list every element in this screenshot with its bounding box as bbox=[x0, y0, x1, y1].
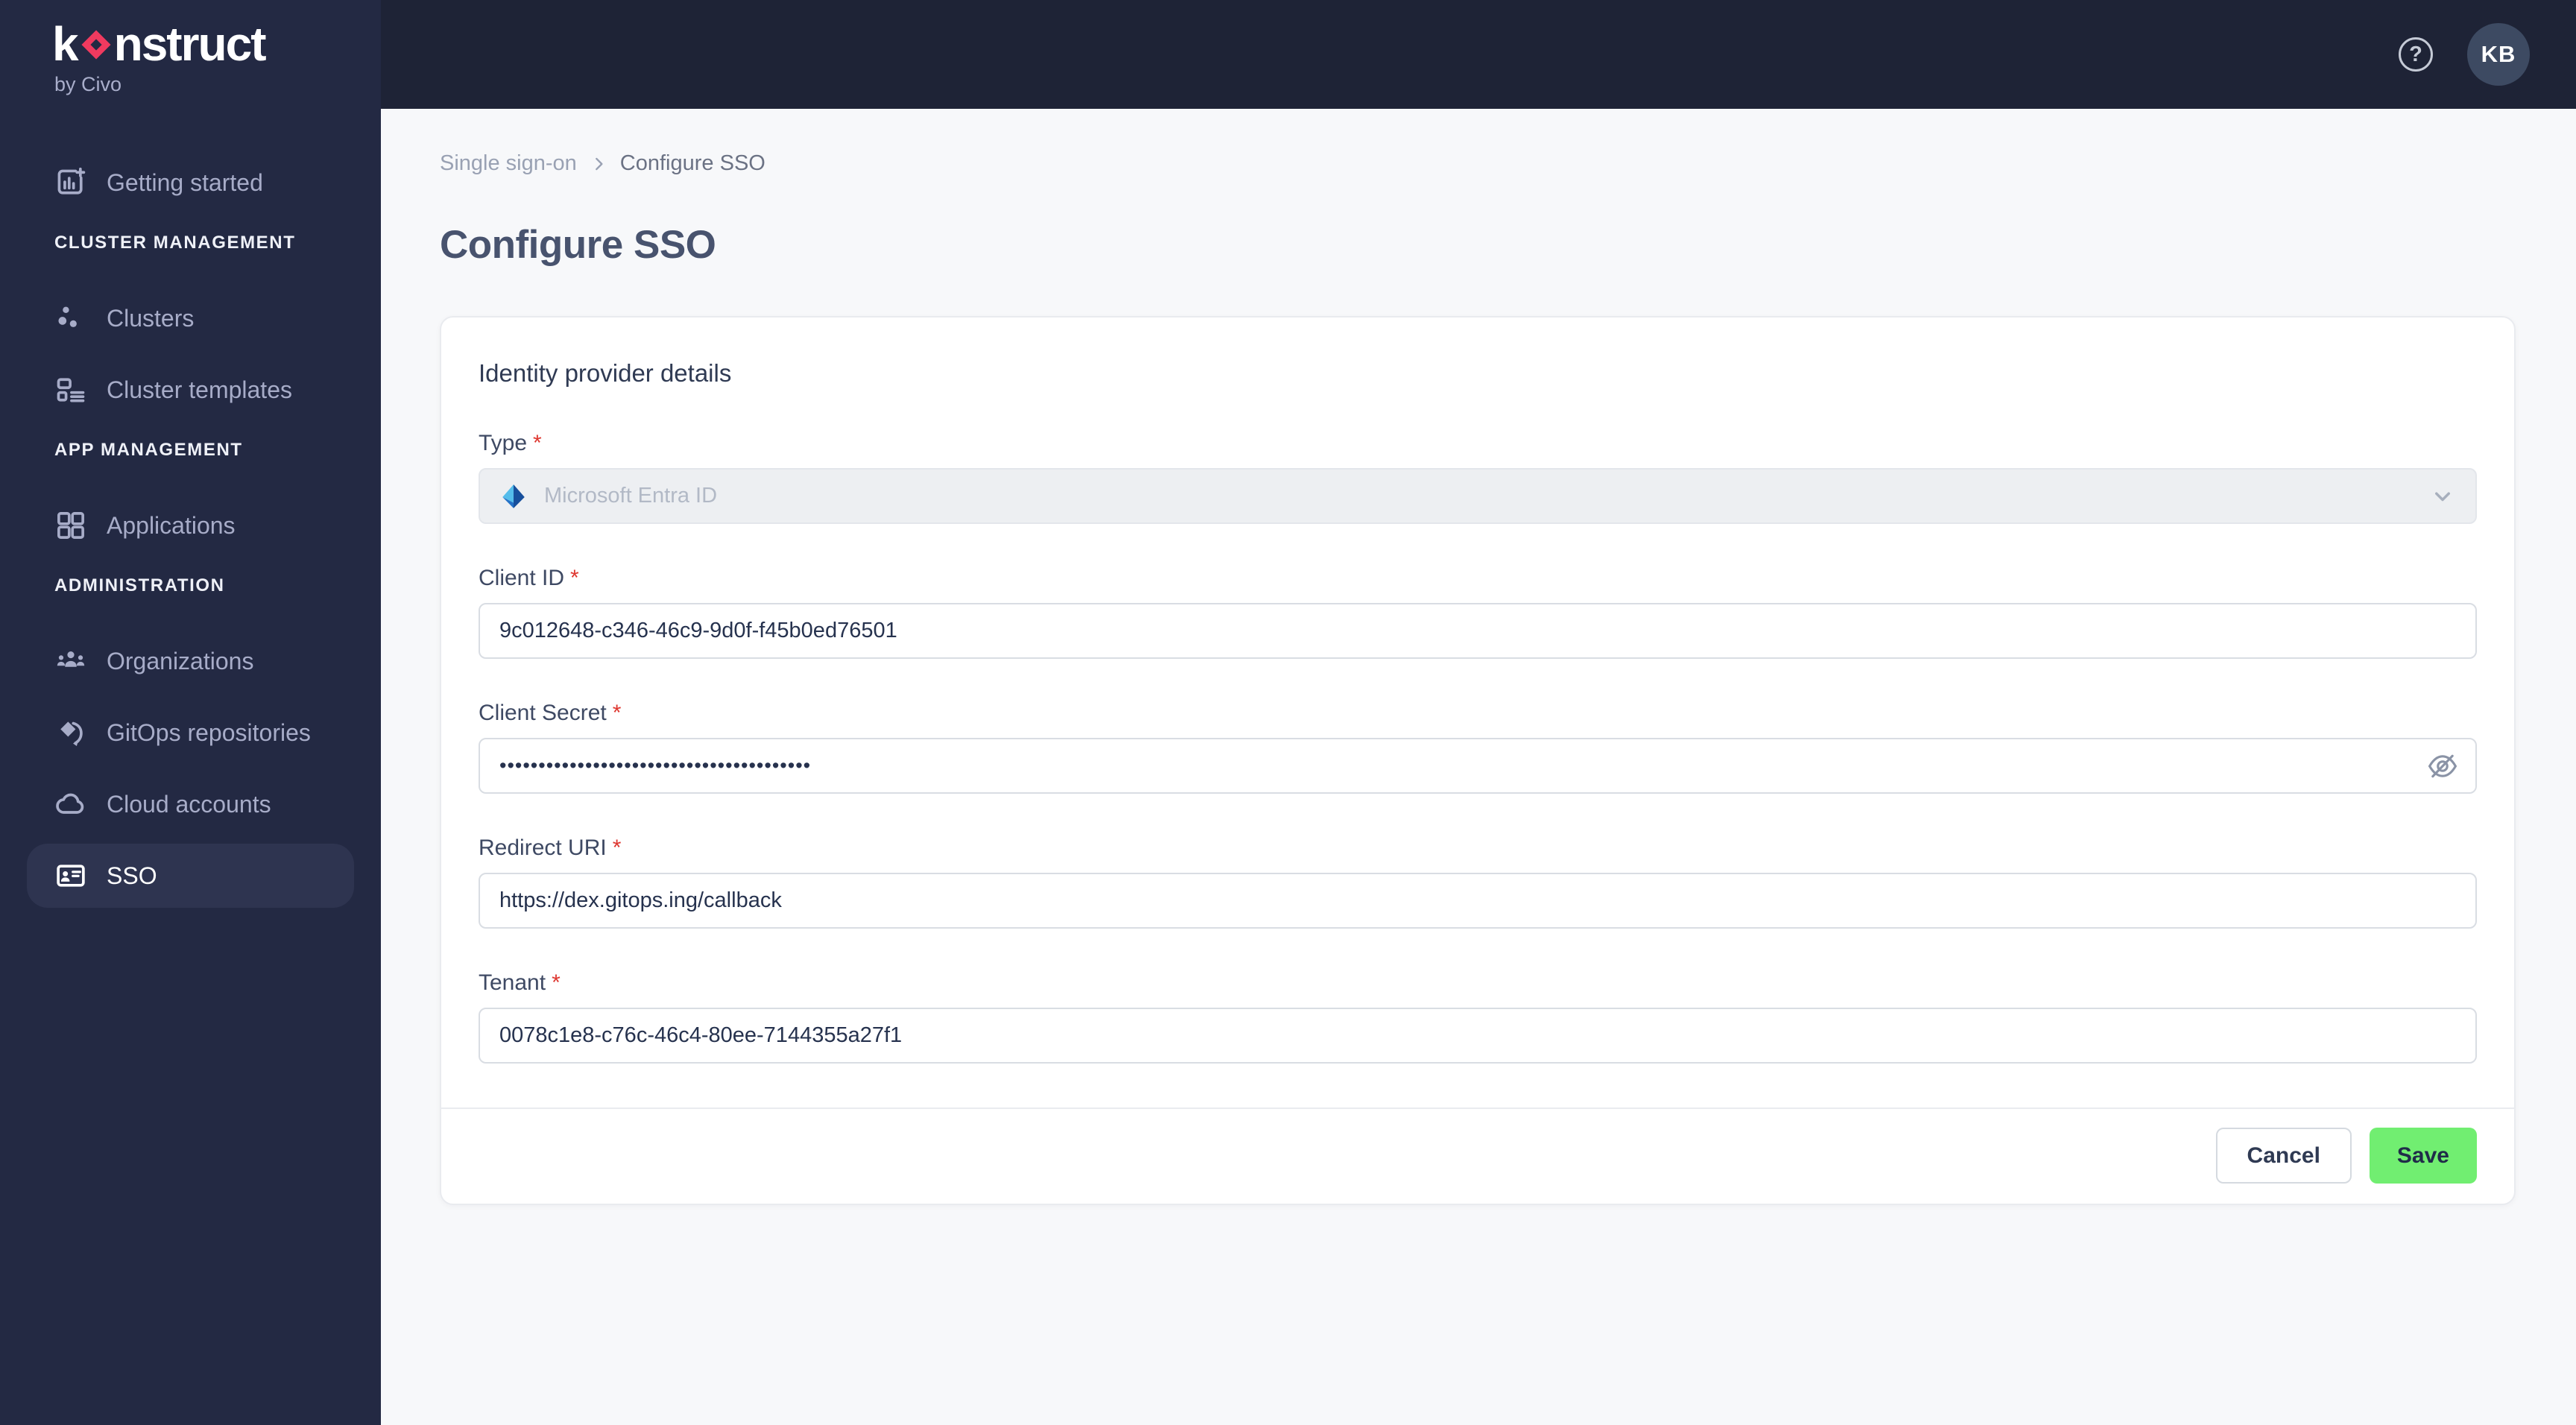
sidebar-item-label: SSO bbox=[107, 862, 157, 889]
id-card-icon bbox=[57, 865, 85, 887]
sidebar-item-applications[interactable]: Applications bbox=[27, 493, 354, 557]
redirect-uri-input[interactable] bbox=[479, 873, 2477, 929]
type-label: Type * bbox=[479, 431, 542, 455]
avatar[interactable]: KB bbox=[2467, 23, 2530, 86]
redirect-uri-label: Redirect URI * bbox=[479, 835, 622, 860]
tenant-input[interactable] bbox=[479, 1008, 2477, 1064]
right-column: ? KB Single sign-on Configure SSO Config… bbox=[381, 0, 2576, 1425]
sidebar-item-label: Getting started bbox=[107, 168, 263, 196]
client-secret-wrap bbox=[479, 738, 2477, 794]
sidebar-item-cloud-accounts[interactable]: Cloud accounts bbox=[27, 772, 354, 836]
page-title: Configure SSO bbox=[440, 223, 716, 267]
logo-text-post: nstruct bbox=[113, 17, 267, 71]
card-footer: Cancel Save bbox=[441, 1108, 2514, 1204]
sidebar-section-cluster-management: CLUSTER MANAGEMENT bbox=[54, 233, 296, 253]
logo-byline: by Civo bbox=[54, 73, 122, 95]
logo-text-pre: k bbox=[52, 17, 79, 71]
breadcrumb-single-sign-on[interactable]: Single sign-on bbox=[440, 151, 577, 176]
topbar: ? KB bbox=[381, 0, 2576, 109]
cloud-icon bbox=[56, 793, 84, 814]
logo-diamond-icon bbox=[81, 30, 111, 60]
sidebar-item-label: Cloud accounts bbox=[107, 790, 271, 818]
required-asterisk: * bbox=[552, 970, 561, 995]
people-icon bbox=[57, 651, 85, 667]
sidebar-item-clusters[interactable]: Clusters bbox=[27, 286, 354, 350]
help-icon[interactable]: ? bbox=[2399, 37, 2433, 72]
sidebar-item-label: Clusters bbox=[107, 304, 195, 332]
sidebar-item-label: Applications bbox=[107, 511, 236, 539]
breadcrumb-configure-sso: Configure SSO bbox=[619, 151, 765, 175]
type-select[interactable]: Microsoft Entra ID bbox=[479, 468, 2477, 524]
breadcrumb: Single sign-on Configure SSO bbox=[440, 151, 2576, 176]
client-id-input[interactable] bbox=[479, 603, 2477, 659]
logo[interactable]: k nstruct by Civo bbox=[0, 0, 381, 109]
card-body: Identity provider details Type * Microso… bbox=[441, 317, 2514, 1108]
microsoft-entra-id-logo bbox=[502, 484, 525, 508]
gitops-icon bbox=[60, 721, 83, 746]
field-client-secret: Client Secret * bbox=[479, 701, 2477, 794]
sidebar-item-gitops-repositories[interactable]: GitOps repositories bbox=[27, 701, 354, 765]
client-secret-label: Client Secret * bbox=[479, 701, 622, 725]
client-id-label: Client ID * bbox=[479, 566, 579, 590]
sidebar-nav: Getting started CLUSTER MANAGEMENT Clust… bbox=[0, 109, 381, 915]
sidebar-section-app-management: APP MANAGEMENT bbox=[54, 440, 243, 460]
sidebar-item-getting-started[interactable]: Getting started bbox=[27, 151, 354, 215]
required-asterisk: * bbox=[533, 431, 542, 455]
client-secret-input[interactable] bbox=[479, 738, 2477, 794]
sidebar: k nstruct by Civo Getting started CLUSTE… bbox=[0, 0, 381, 1425]
required-asterisk: * bbox=[612, 835, 622, 860]
sidebar-section-administration: ADMINISTRATION bbox=[54, 575, 225, 595]
sidebar-item-sso[interactable]: SSO bbox=[27, 844, 354, 908]
template-icon bbox=[57, 378, 85, 402]
field-client-id: Client ID * bbox=[479, 566, 2477, 659]
sidebar-item-cluster-templates[interactable]: Cluster templates bbox=[27, 358, 354, 422]
sidebar-item-organizations[interactable]: Organizations bbox=[27, 629, 354, 693]
chevron-right-icon bbox=[595, 157, 603, 170]
app-root: k nstruct by Civo Getting started CLUSTE… bbox=[0, 0, 2576, 1425]
required-asterisk: * bbox=[612, 701, 622, 725]
save-button[interactable]: Save bbox=[2369, 1128, 2477, 1184]
eye-off-icon bbox=[2428, 754, 2457, 777]
identity-provider-card: Identity provider details Type * Microso… bbox=[440, 316, 2516, 1205]
sidebar-item-label: Cluster templates bbox=[107, 376, 292, 403]
chart-plus-icon bbox=[57, 167, 86, 195]
cluster-dots-icon bbox=[58, 306, 77, 327]
sidebar-item-label: GitOps repositories bbox=[107, 718, 311, 746]
field-redirect-uri: Redirect URI * bbox=[479, 835, 2477, 929]
logo-wordmark: k nstruct bbox=[52, 19, 381, 69]
grid-icon bbox=[57, 512, 84, 539]
field-type: Type * Microsoft Entra ID bbox=[479, 431, 2477, 524]
required-asterisk: * bbox=[570, 566, 579, 590]
main-content: Single sign-on Configure SSO Configure S… bbox=[381, 109, 2576, 1425]
sidebar-item-label: Organizations bbox=[107, 647, 254, 674]
tenant-label: Tenant * bbox=[479, 970, 561, 995]
field-tenant: Tenant * bbox=[479, 970, 2477, 1064]
toggle-secret-visibility-button[interactable] bbox=[2422, 745, 2463, 787]
chevron-down-icon bbox=[2435, 492, 2450, 501]
type-select-value: Microsoft Entra ID bbox=[544, 484, 718, 508]
card-title: Identity provider details bbox=[479, 359, 732, 387]
cancel-button[interactable]: Cancel bbox=[2215, 1128, 2352, 1184]
